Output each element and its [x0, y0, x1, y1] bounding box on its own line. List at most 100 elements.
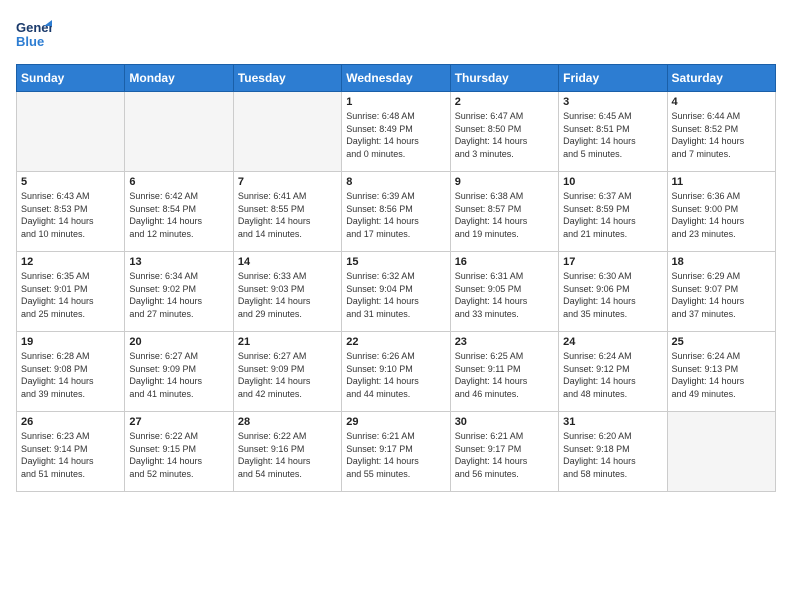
day-info: Sunrise: 6:21 AMSunset: 9:17 PMDaylight:… — [455, 430, 554, 480]
day-info: Sunrise: 6:39 AMSunset: 8:56 PMDaylight:… — [346, 190, 445, 240]
day-number: 3 — [563, 96, 662, 108]
calendar-cell: 19 Sunrise: 6:28 AMSunset: 9:08 PMDayligh… — [17, 332, 125, 412]
day-number: 24 — [563, 336, 662, 348]
day-info: Sunrise: 6:31 AMSunset: 9:05 PMDaylight:… — [455, 270, 554, 320]
day-info: Sunrise: 6:24 AMSunset: 9:13 PMDaylight:… — [672, 350, 771, 400]
calendar-cell: 31 Sunrise: 6:20 AMSunset: 9:18 PMDayligh… — [559, 412, 667, 492]
day-info: Sunrise: 6:38 AMSunset: 8:57 PMDaylight:… — [455, 190, 554, 240]
calendar-cell — [233, 92, 341, 172]
day-info: Sunrise: 6:21 AMSunset: 9:17 PMDaylight:… — [346, 430, 445, 480]
day-info: Sunrise: 6:26 AMSunset: 9:10 PMDaylight:… — [346, 350, 445, 400]
calendar-cell: 24 Sunrise: 6:24 AMSunset: 9:12 PMDayligh… — [559, 332, 667, 412]
calendar-cell: 27 Sunrise: 6:22 AMSunset: 9:15 PMDayligh… — [125, 412, 233, 492]
day-info: Sunrise: 6:47 AMSunset: 8:50 PMDaylight:… — [455, 110, 554, 160]
calendar-week-4: 19 Sunrise: 6:28 AMSunset: 9:08 PMDayligh… — [17, 332, 776, 412]
calendar-cell: 28 Sunrise: 6:22 AMSunset: 9:16 PMDayligh… — [233, 412, 341, 492]
day-info: Sunrise: 6:25 AMSunset: 9:11 PMDaylight:… — [455, 350, 554, 400]
day-number: 28 — [238, 416, 337, 428]
day-number: 22 — [346, 336, 445, 348]
day-number: 30 — [455, 416, 554, 428]
day-info: Sunrise: 6:36 AMSunset: 9:00 PMDaylight:… — [672, 190, 771, 240]
day-info: Sunrise: 6:28 AMSunset: 9:08 PMDaylight:… — [21, 350, 120, 400]
day-number: 9 — [455, 176, 554, 188]
calendar-cell: 21 Sunrise: 6:27 AMSunset: 9:09 PMDayligh… — [233, 332, 341, 412]
day-info: Sunrise: 6:29 AMSunset: 9:07 PMDaylight:… — [672, 270, 771, 320]
weekday-header-saturday: Saturday — [667, 65, 775, 92]
day-info: Sunrise: 6:44 AMSunset: 8:52 PMDaylight:… — [672, 110, 771, 160]
svg-text:General: General — [16, 20, 52, 35]
calendar-cell: 9 Sunrise: 6:38 AMSunset: 8:57 PMDaylight… — [450, 172, 558, 252]
calendar-cell: 16 Sunrise: 6:31 AMSunset: 9:05 PMDayligh… — [450, 252, 558, 332]
calendar-cell: 17 Sunrise: 6:30 AMSunset: 9:06 PMDayligh… — [559, 252, 667, 332]
day-number: 11 — [672, 176, 771, 188]
calendar-cell: 26Sunrise: 6:23 AMSunset: 9:14 PMDayligh… — [17, 412, 125, 492]
day-number: 27 — [129, 416, 228, 428]
day-number: 23 — [455, 336, 554, 348]
day-info: Sunrise: 6:30 AMSunset: 9:06 PMDaylight:… — [563, 270, 662, 320]
day-number: 7 — [238, 176, 337, 188]
calendar-cell: 15Sunrise: 6:32 AMSunset: 9:04 PMDayligh… — [342, 252, 450, 332]
day-number: 15 — [346, 256, 445, 268]
calendar-cell: 23 Sunrise: 6:25 AMSunset: 9:11 PMDayligh… — [450, 332, 558, 412]
calendar-cell: 1 Sunrise: 6:48 AMSunset: 8:49 PMDaylight… — [342, 92, 450, 172]
calendar-cell: 3Sunrise: 6:45 AMSunset: 8:51 PMDaylight… — [559, 92, 667, 172]
day-info: Sunrise: 6:37 AMSunset: 8:59 PMDaylight:… — [563, 190, 662, 240]
calendar-cell: 18Sunrise: 6:29 AMSunset: 9:07 PMDayligh… — [667, 252, 775, 332]
calendar-week-5: 26Sunrise: 6:23 AMSunset: 9:14 PMDayligh… — [17, 412, 776, 492]
calendar-cell: 25 Sunrise: 6:24 AMSunset: 9:13 PMDayligh… — [667, 332, 775, 412]
day-number: 2 — [455, 96, 554, 108]
calendar-cell: 7 Sunrise: 6:41 AMSunset: 8:55 PMDaylight… — [233, 172, 341, 252]
day-number: 16 — [455, 256, 554, 268]
day-number: 19 — [21, 336, 120, 348]
day-number: 21 — [238, 336, 337, 348]
day-info: Sunrise: 6:27 AMSunset: 9:09 PMDaylight:… — [129, 350, 228, 400]
day-number: 17 — [563, 256, 662, 268]
day-info: Sunrise: 6:23 AMSunset: 9:14 PMDaylight:… — [21, 430, 120, 480]
day-number: 1 — [346, 96, 445, 108]
day-info: Sunrise: 6:24 AMSunset: 9:12 PMDaylight:… — [563, 350, 662, 400]
day-info: Sunrise: 6:48 AMSunset: 8:49 PMDaylight:… — [346, 110, 445, 160]
calendar-cell: 4Sunrise: 6:44 AMSunset: 8:52 PMDaylight… — [667, 92, 775, 172]
day-info: Sunrise: 6:22 AMSunset: 9:15 PMDaylight:… — [129, 430, 228, 480]
day-info: Sunrise: 6:43 AMSunset: 8:53 PMDaylight:… — [21, 190, 120, 240]
weekday-header-friday: Friday — [559, 65, 667, 92]
svg-text:Blue: Blue — [16, 34, 44, 49]
calendar-cell: 12Sunrise: 6:35 AMSunset: 9:01 PMDayligh… — [17, 252, 125, 332]
calendar-week-3: 12Sunrise: 6:35 AMSunset: 9:01 PMDayligh… — [17, 252, 776, 332]
day-info: Sunrise: 6:34 AMSunset: 9:02 PMDaylight:… — [129, 270, 228, 320]
day-info: Sunrise: 6:42 AMSunset: 8:54 PMDaylight:… — [129, 190, 228, 240]
calendar-cell — [667, 412, 775, 492]
calendar-body: 1 Sunrise: 6:48 AMSunset: 8:49 PMDaylight… — [17, 92, 776, 492]
calendar-table: SundayMondayTuesdayWednesdayThursdayFrid… — [16, 64, 776, 492]
day-number: 14 — [238, 256, 337, 268]
calendar-cell: 6 Sunrise: 6:42 AMSunset: 8:54 PMDaylight… — [125, 172, 233, 252]
day-info: Sunrise: 6:41 AMSunset: 8:55 PMDaylight:… — [238, 190, 337, 240]
day-info: Sunrise: 6:22 AMSunset: 9:16 PMDaylight:… — [238, 430, 337, 480]
calendar-cell: 29 Sunrise: 6:21 AMSunset: 9:17 PMDayligh… — [342, 412, 450, 492]
page-header: General Blue — [16, 16, 776, 52]
calendar-cell: 8 Sunrise: 6:39 AMSunset: 8:56 PMDaylight… — [342, 172, 450, 252]
day-number: 5 — [21, 176, 120, 188]
calendar-week-1: 1 Sunrise: 6:48 AMSunset: 8:49 PMDaylight… — [17, 92, 776, 172]
day-number: 8 — [346, 176, 445, 188]
day-number: 20 — [129, 336, 228, 348]
day-number: 12 — [21, 256, 120, 268]
calendar-cell: 30 Sunrise: 6:21 AMSunset: 9:17 PMDayligh… — [450, 412, 558, 492]
weekday-header-thursday: Thursday — [450, 65, 558, 92]
calendar-cell: 10 Sunrise: 6:37 AMSunset: 8:59 PMDayligh… — [559, 172, 667, 252]
calendar-cell: 11 Sunrise: 6:36 AMSunset: 9:00 PMDayligh… — [667, 172, 775, 252]
day-info: Sunrise: 6:33 AMSunset: 9:03 PMDaylight:… — [238, 270, 337, 320]
day-info: Sunrise: 6:20 AMSunset: 9:18 PMDaylight:… — [563, 430, 662, 480]
calendar-cell: 20 Sunrise: 6:27 AMSunset: 9:09 PMDayligh… — [125, 332, 233, 412]
day-number: 6 — [129, 176, 228, 188]
calendar-cell — [17, 92, 125, 172]
day-number: 25 — [672, 336, 771, 348]
day-info: Sunrise: 6:27 AMSunset: 9:09 PMDaylight:… — [238, 350, 337, 400]
calendar-cell: 14 Sunrise: 6:33 AMSunset: 9:03 PMDayligh… — [233, 252, 341, 332]
day-number: 31 — [563, 416, 662, 428]
day-number: 29 — [346, 416, 445, 428]
logo-icon: General Blue — [16, 16, 52, 52]
day-number: 10 — [563, 176, 662, 188]
calendar-cell: 2 Sunrise: 6:47 AMSunset: 8:50 PMDaylight… — [450, 92, 558, 172]
calendar-cell: 5 Sunrise: 6:43 AMSunset: 8:53 PMDaylight… — [17, 172, 125, 252]
